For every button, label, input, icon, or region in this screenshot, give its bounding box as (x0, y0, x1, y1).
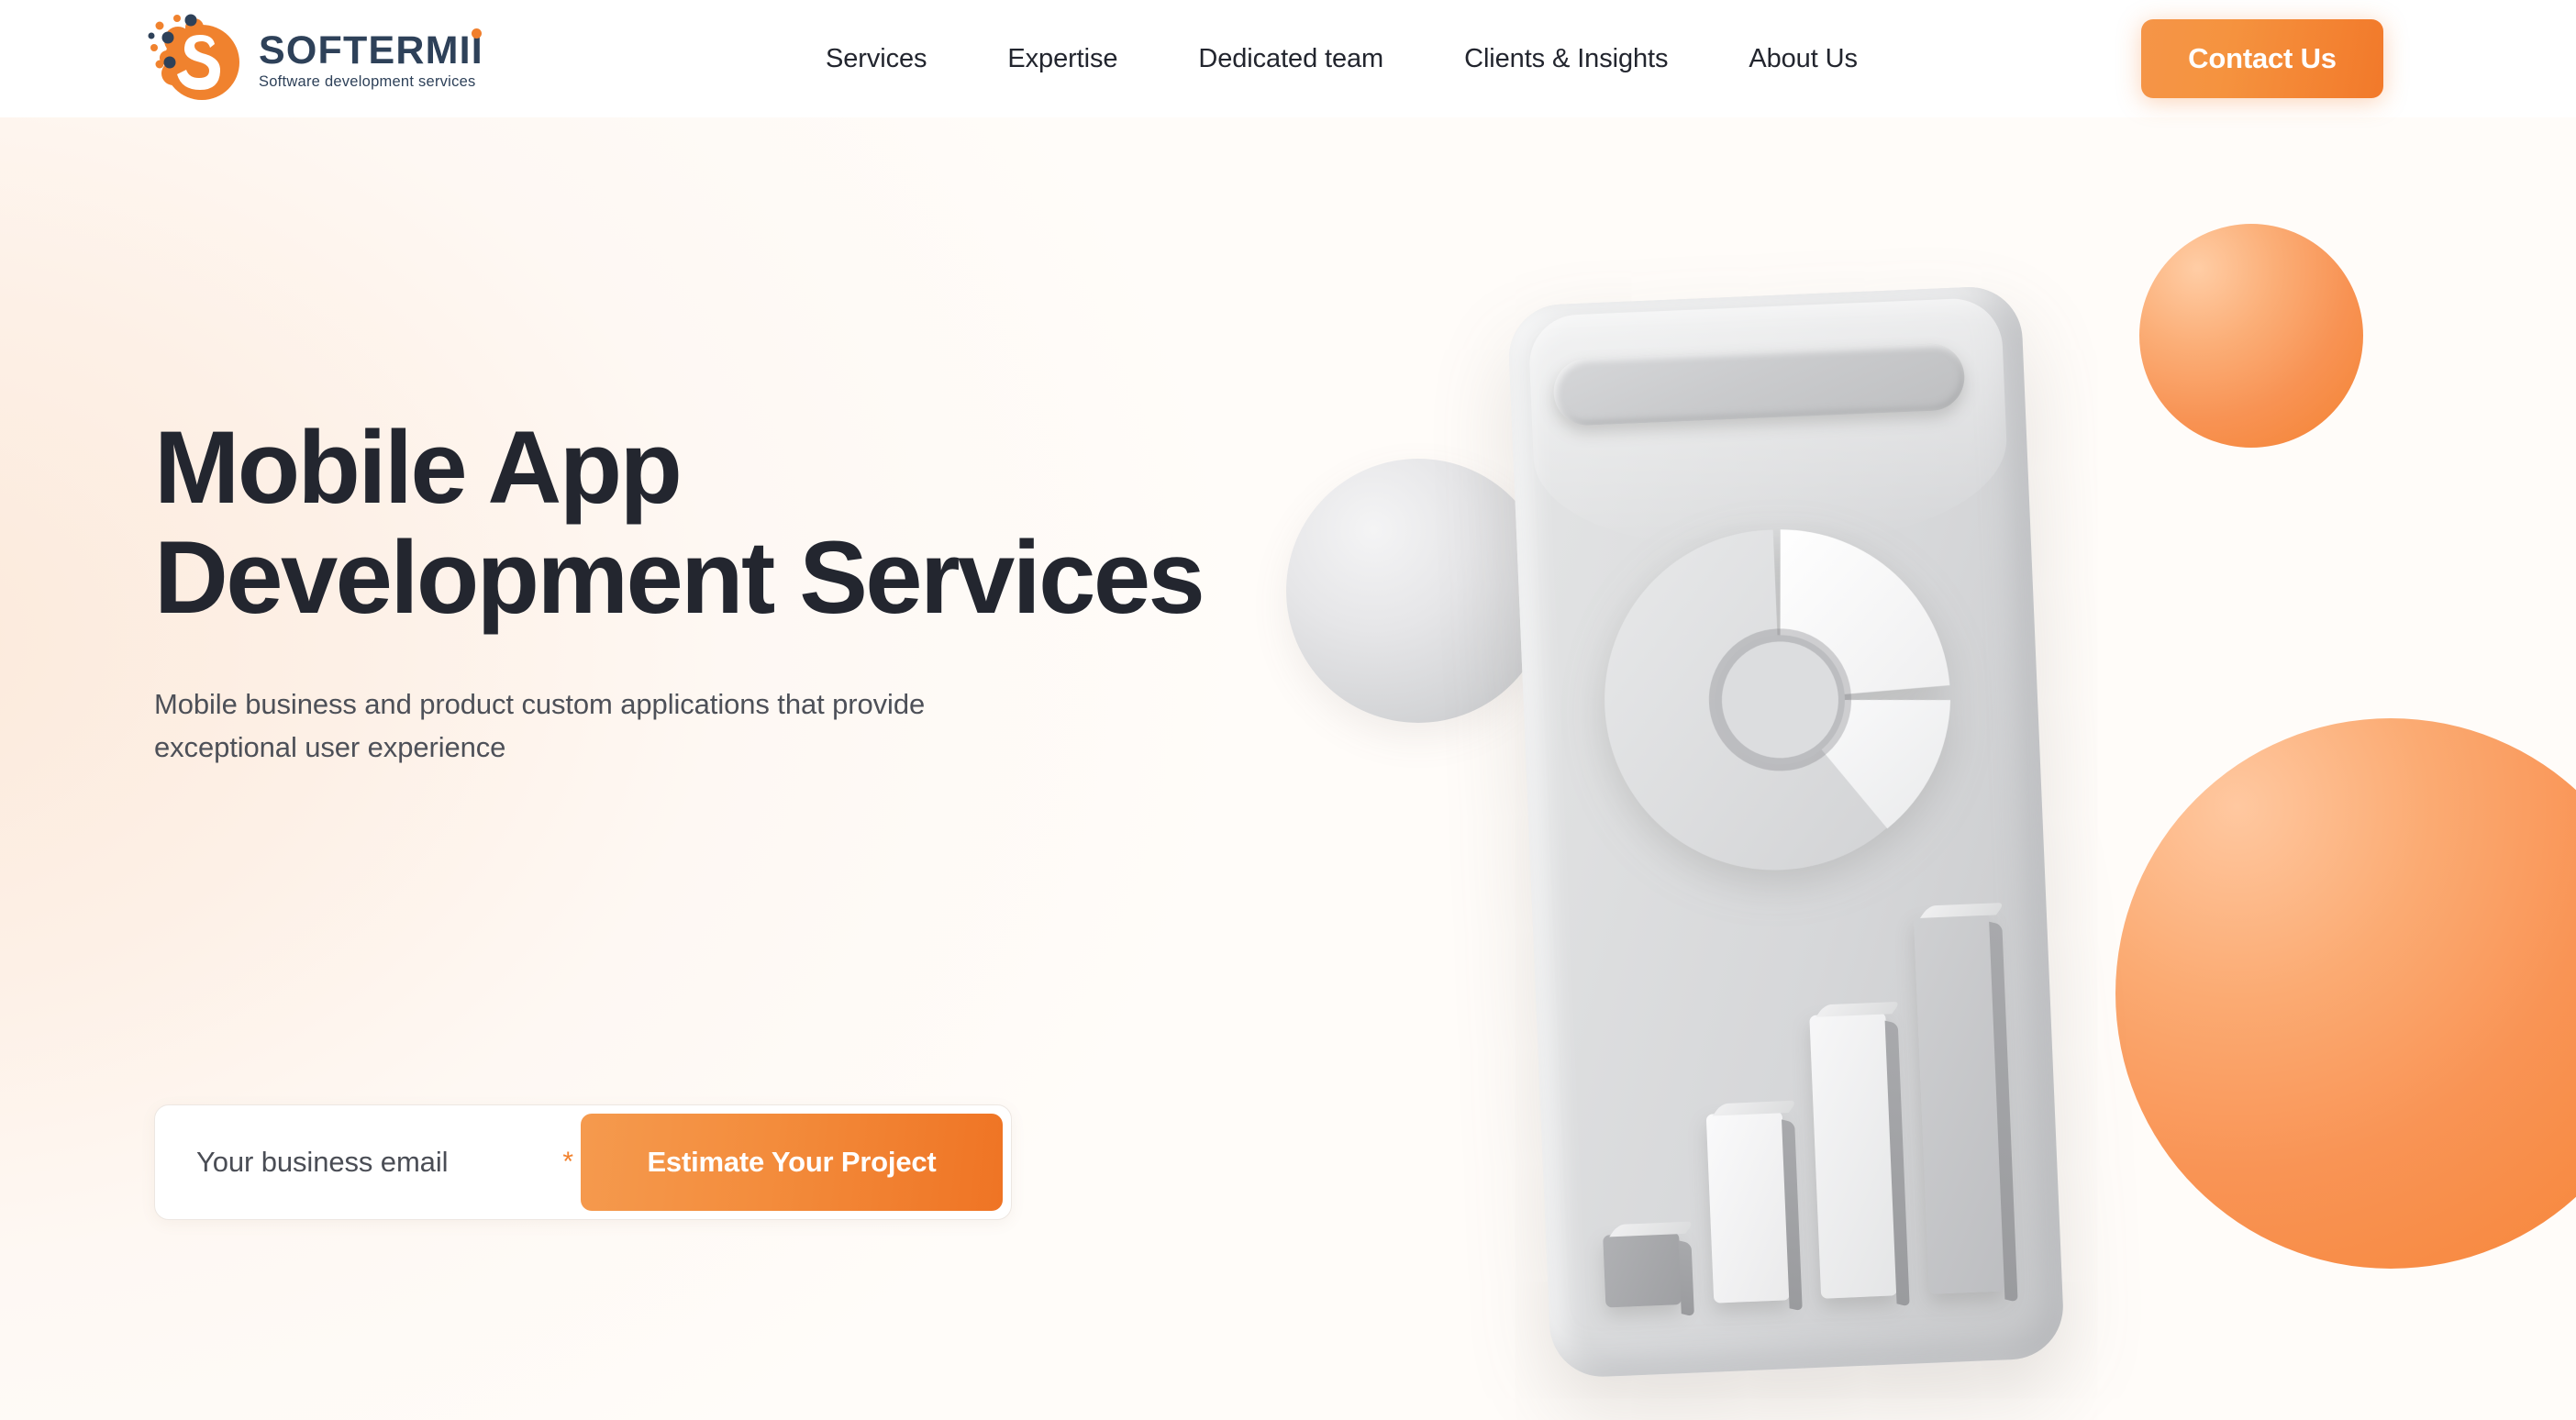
bar-chart-3d (1587, 862, 2006, 1308)
logo-tagline: Software development services (259, 73, 476, 91)
contact-us-button[interactable]: Contact Us (2141, 19, 2383, 98)
nav-item-expertise[interactable]: Expertise (1007, 35, 1117, 83)
estimate-your-project-button[interactable]: Estimate Your Project (581, 1114, 1003, 1211)
logo-wordmark: SOFTERMII (259, 28, 483, 72)
nav-item-services[interactable]: Services (826, 35, 927, 83)
donut-chart-3d (1588, 506, 1973, 892)
business-email-input[interactable] (196, 1146, 552, 1179)
gray-sphere-decoration (1286, 459, 1550, 723)
page-root: SOFTERMII Software development services … (0, 0, 2576, 1420)
nav-item-dedicated-team[interactable]: Dedicated team (1198, 35, 1383, 83)
main-navigation: Services Expertise Dedicated team Client… (826, 0, 1858, 117)
nav-item-clients-insights[interactable]: Clients & Insights (1464, 35, 1668, 83)
logo-text-block: SOFTERMII Software development services (259, 27, 483, 92)
logo-wordmark-text: SOFTERMII (259, 28, 483, 72)
site-header: SOFTERMII Software development services … (0, 0, 2576, 117)
bar-chart-bar-2 (1705, 1111, 1790, 1304)
page-title: Mobile App Development Services (154, 410, 1205, 635)
hero-copy: Mobile App Development Services Mobile b… (154, 413, 1209, 769)
nav-item-about-us[interactable]: About Us (1749, 35, 1858, 83)
logo-orange-dot-icon (471, 28, 482, 39)
email-field-wrapper: * (163, 1114, 581, 1211)
site-logo[interactable]: SOFTERMII Software development services (139, 6, 552, 112)
orange-sphere-small-decoration (2139, 224, 2363, 448)
orange-sphere-large-decoration (2115, 718, 2576, 1269)
required-asterisk-icon: * (562, 1147, 573, 1177)
hero-section: Mobile App Development Services Mobile b… (0, 117, 2576, 1420)
softermii-s-logo-icon (139, 7, 246, 110)
phone-dashboard-card (1506, 284, 2066, 1380)
hero-subtitle: Mobile business and product custom appli… (154, 687, 926, 763)
bar-chart-bar-4 (1914, 913, 2006, 1294)
bar-chart-bar-3 (1809, 1012, 1898, 1299)
bar-chart-bar-1 (1602, 1231, 1682, 1308)
hero-illustration (1220, 117, 2576, 1420)
estimate-project-form: * Estimate Your Project (154, 1104, 1012, 1220)
